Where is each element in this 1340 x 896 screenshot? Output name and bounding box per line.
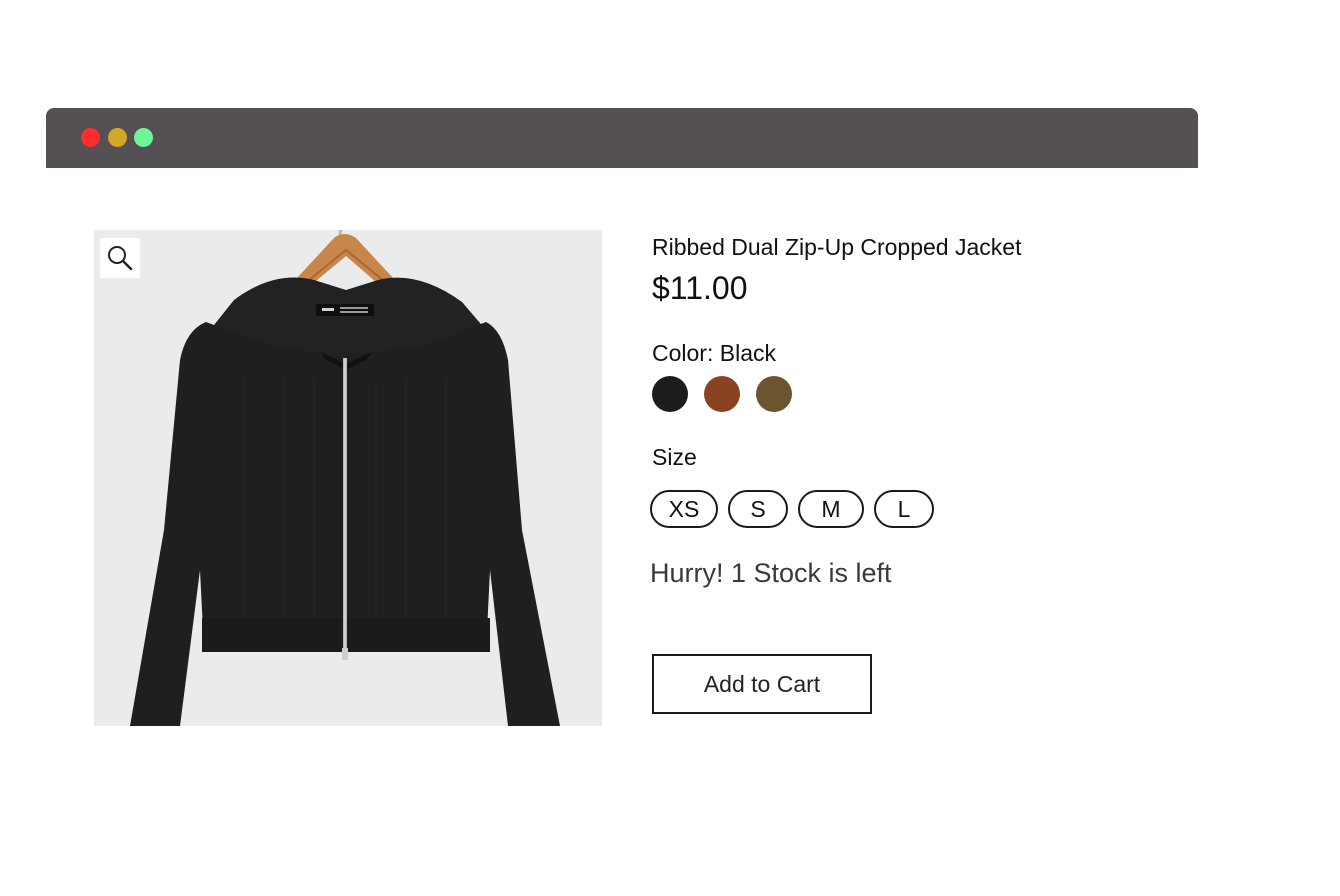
size-option-s[interactable]: S xyxy=(728,490,788,528)
maximize-window-dot[interactable] xyxy=(134,128,153,147)
jacket-photo xyxy=(130,230,560,726)
zoom-icon xyxy=(108,246,133,271)
size-option-l[interactable]: L xyxy=(874,490,934,528)
color-swatch-olive[interactable] xyxy=(756,376,792,412)
color-swatch-black[interactable] xyxy=(652,376,688,412)
product-image[interactable] xyxy=(94,230,602,726)
product-title: Ribbed Dual Zip-Up Cropped Jacket xyxy=(652,234,1022,260)
add-to-cart-button[interactable]: Add to Cart xyxy=(652,654,872,714)
color-label: Color: Black xyxy=(652,340,776,366)
size-option-m[interactable]: M xyxy=(798,490,864,528)
stock-message: Hurry! 1 Stock is left xyxy=(650,558,892,588)
size-option-xs[interactable]: XS xyxy=(650,490,718,528)
color-swatches xyxy=(652,376,792,412)
size-label: Size xyxy=(652,444,697,470)
size-options: XS S M L xyxy=(650,490,934,528)
zoom-button[interactable] xyxy=(100,238,140,278)
color-swatch-brown[interactable] xyxy=(704,376,740,412)
browser-window-bar xyxy=(46,108,1198,168)
close-window-dot[interactable] xyxy=(81,128,100,147)
product-price: $11.00 xyxy=(652,270,748,306)
minimize-window-dot[interactable] xyxy=(108,128,127,147)
